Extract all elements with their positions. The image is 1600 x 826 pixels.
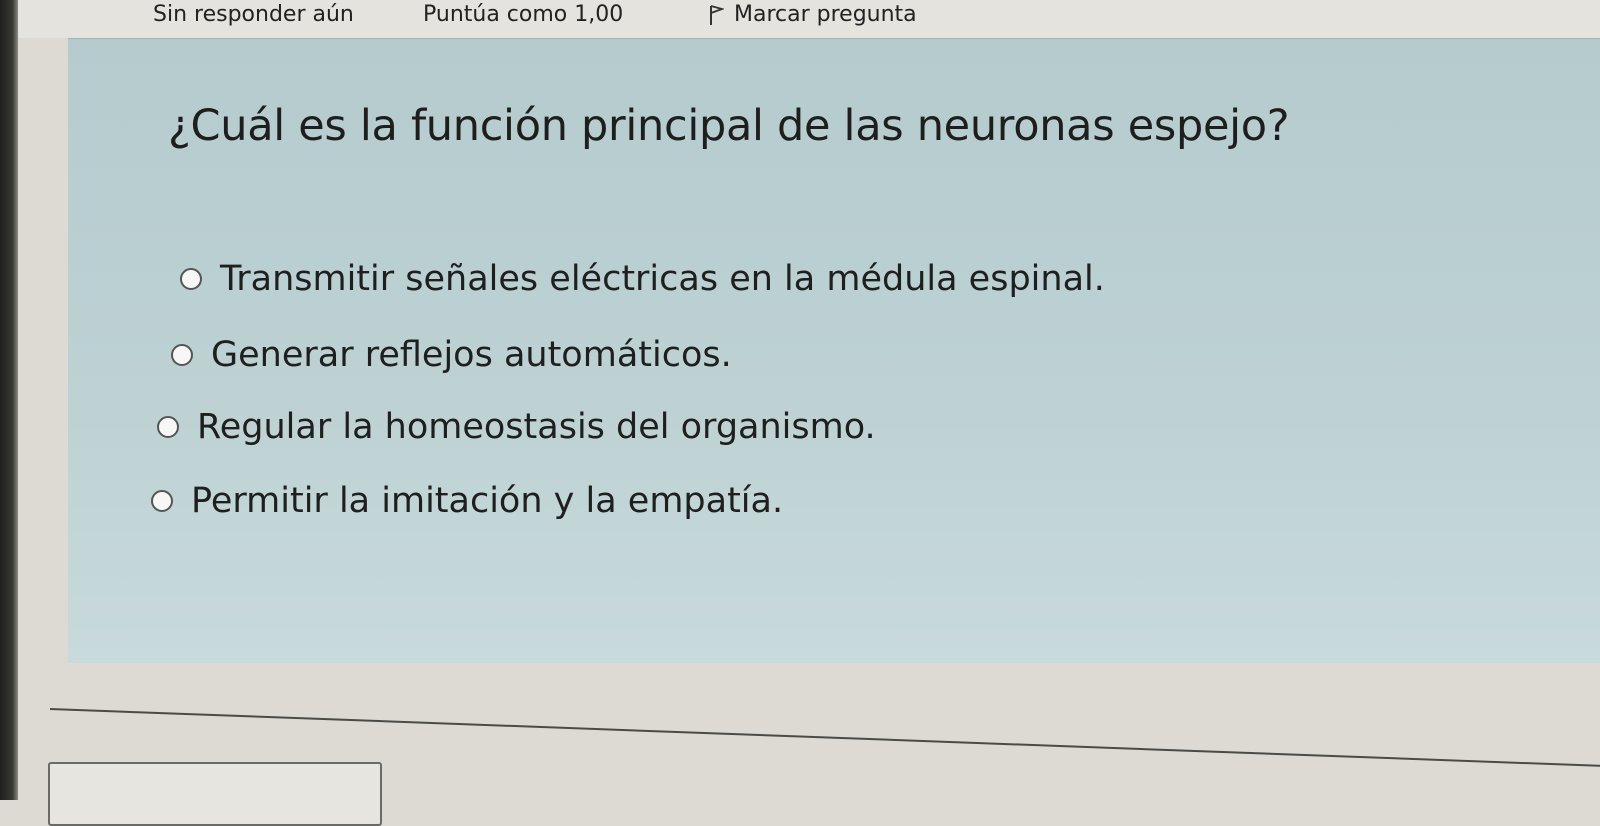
radio-icon[interactable] (171, 344, 193, 366)
score-text: Puntúa como 1,00 (423, 2, 624, 27)
status-text: Sin responder aún (153, 2, 354, 27)
flag-icon (708, 4, 725, 26)
answer-option[interactable]: Transmitir señales eléctricas en la médu… (180, 259, 1105, 299)
answer-label: Regular la homeostasis del organismo. (197, 407, 876, 447)
answer-label: Transmitir señales eléctricas en la médu… (220, 259, 1105, 299)
radio-icon[interactable] (151, 490, 173, 512)
answer-option[interactable]: Permitir la imitación y la empatía. (151, 481, 783, 521)
flag-question-link[interactable]: Marcar pregunta (708, 2, 917, 27)
flag-question-label: Marcar pregunta (734, 2, 917, 27)
answer-label: Generar reflejos automáticos. (211, 335, 732, 375)
question-panel: ¿Cuál es la función principal de las neu… (68, 38, 1600, 663)
radio-icon[interactable] (180, 268, 202, 290)
answer-options: Transmitir señales eléctricas en la médu… (68, 39, 1600, 663)
bottom-input-box[interactable] (48, 762, 382, 826)
answer-label: Permitir la imitación y la empatía. (191, 481, 784, 521)
radio-icon[interactable] (157, 416, 179, 438)
screen-bezel (0, 0, 18, 800)
answer-option[interactable]: Generar reflejos automáticos. (171, 335, 732, 375)
divider-line (49, 708, 1600, 768)
answer-option[interactable]: Regular la homeostasis del organismo. (157, 407, 876, 447)
question-info-bar: Sin responder aún Puntúa como 1,00 Marca… (18, 0, 1600, 38)
